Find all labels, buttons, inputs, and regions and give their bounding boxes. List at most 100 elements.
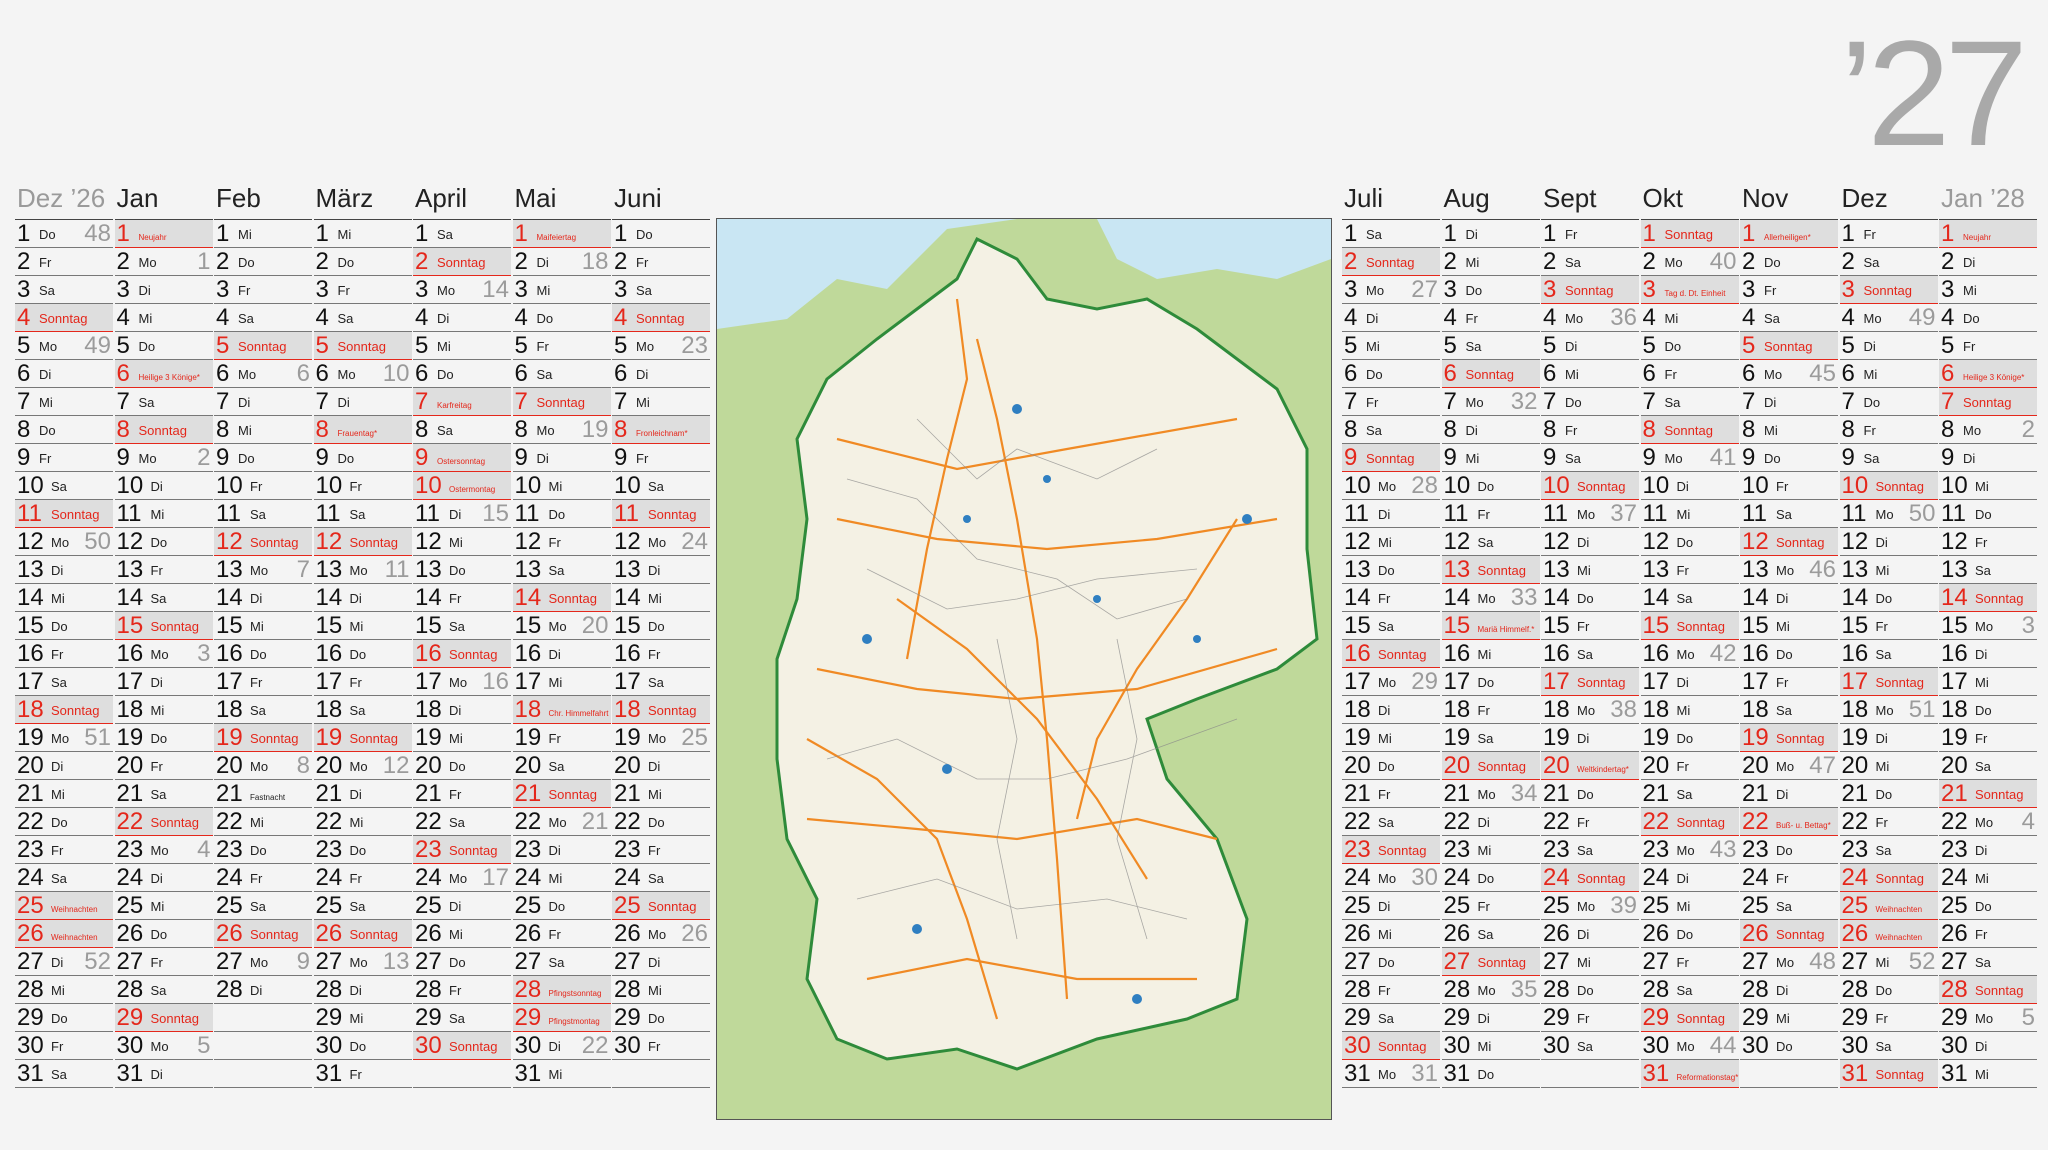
day-row[interactable]: 5 Fr [512, 332, 611, 360]
day-row[interactable]: 17 Fr [1740, 668, 1838, 696]
day-row[interactable]: 6 Do [413, 360, 511, 388]
day-row[interactable]: 3 Fr [313, 276, 412, 304]
day-row[interactable]: 22 Sa [413, 808, 511, 836]
day-row[interactable]: 19 Di [1541, 724, 1639, 752]
day-row[interactable]: 4 Sa [313, 304, 412, 332]
day-row[interactable]: 28 Fr [1342, 976, 1440, 1004]
day-row[interactable]: 3 Mo 27 [1342, 276, 1440, 304]
day-row[interactable]: 25 Mi [1640, 892, 1739, 920]
day-row[interactable]: 16 Fr [612, 640, 710, 668]
day-row[interactable]: 8 Mo 19 [512, 416, 611, 444]
day-row[interactable]: 8 Fronleichnam* [612, 416, 710, 444]
day-row[interactable]: 12 Mo 50 [15, 528, 113, 556]
day-row[interactable]: 10 Sa [612, 472, 710, 500]
day-row[interactable]: 30 Mo 5 [114, 1032, 213, 1060]
day-row[interactable]: 7 Mo 32 [1441, 388, 1540, 416]
day-row[interactable]: 9 Fr [15, 444, 113, 472]
day-row[interactable]: 4 Mi [114, 304, 213, 332]
day-row[interactable]: 29 Do [612, 1004, 710, 1032]
day-row[interactable]: 7 Do [1839, 388, 1938, 416]
day-row[interactable]: 30 Sonntag [413, 1032, 511, 1060]
day-row[interactable]: 11 Di 15 [413, 500, 511, 528]
day-row[interactable]: 31 Mi [1939, 1060, 2037, 1088]
day-row[interactable]: 17 Fr [214, 668, 312, 696]
day-row[interactable]: 30 Sa [1839, 1032, 1938, 1060]
day-row[interactable]: 24 Do [1441, 864, 1540, 892]
day-row[interactable]: 14 Sonntag [512, 584, 611, 612]
day-row[interactable]: 14 Do [1541, 584, 1639, 612]
day-row[interactable]: 24 Di [1640, 864, 1739, 892]
day-row[interactable]: 28 Do [1541, 976, 1639, 1004]
day-row[interactable]: 8 Fr [1541, 416, 1639, 444]
day-row[interactable]: 23 Sa [1839, 836, 1938, 864]
day-row[interactable]: 20 Do [413, 752, 511, 780]
day-row[interactable]: 19 Sonntag [214, 724, 312, 752]
day-row[interactable]: 3 Do [1441, 276, 1540, 304]
day-row[interactable]: 27 Mi [1541, 948, 1639, 976]
day-row[interactable]: 12 Di [1541, 528, 1639, 556]
day-row[interactable]: 28 Pfingstsonntag [512, 976, 611, 1004]
day-row[interactable]: 11 Mi [1640, 500, 1739, 528]
day-row[interactable]: 12 Do [114, 528, 213, 556]
day-row[interactable]: 20 Mo 12 [313, 752, 412, 780]
day-row[interactable]: 15 Sa [1342, 612, 1440, 640]
day-row[interactable]: 4 Sa [1740, 304, 1838, 332]
day-row[interactable]: 30 Di 22 [512, 1032, 611, 1060]
day-row[interactable]: 10 Mo 28 [1342, 472, 1440, 500]
day-row[interactable]: 23 Sonntag [1342, 836, 1440, 864]
day-row[interactable]: 7 Di [313, 388, 412, 416]
day-row[interactable]: 27 Sa [512, 948, 611, 976]
day-row[interactable]: 21 Sonntag [1939, 780, 2037, 808]
day-row[interactable]: 12 Mo 24 [612, 528, 710, 556]
day-row[interactable]: 25 Sa [313, 892, 412, 920]
day-row[interactable]: 28 Do [1839, 976, 1938, 1004]
day-row[interactable]: 22 Di [1441, 808, 1540, 836]
day-row[interactable]: 14 Fr [1342, 584, 1440, 612]
day-row[interactable]: 28 Mi [612, 976, 710, 1004]
day-row[interactable]: 29 Fr [1541, 1004, 1639, 1032]
day-row[interactable]: 14 Di [1740, 584, 1838, 612]
day-row[interactable]: 14 Di [214, 584, 312, 612]
day-row[interactable]: 24 Fr [313, 864, 412, 892]
day-row[interactable]: 4 Fr [1441, 304, 1540, 332]
day-row[interactable]: 28 Mo 35 [1441, 976, 1540, 1004]
day-row[interactable]: 22 Sonntag [1640, 808, 1739, 836]
day-row[interactable]: 5 Sonntag [214, 332, 312, 360]
day-row[interactable]: 23 Mo 4 [114, 836, 213, 864]
day-row[interactable]: 4 Di [413, 304, 511, 332]
day-row[interactable]: 26 Fr [512, 920, 611, 948]
day-row[interactable]: 14 Mo 33 [1441, 584, 1540, 612]
day-row[interactable]: 3 Sonntag [1541, 276, 1639, 304]
day-row[interactable]: 6 Heilige 3 Könige* [1939, 360, 2037, 388]
day-row[interactable]: 17 Mo 29 [1342, 668, 1440, 696]
day-row[interactable]: 16 Mo 42 [1640, 640, 1739, 668]
day-row[interactable]: 16 Do [214, 640, 312, 668]
day-row[interactable]: 29 Sonntag [1640, 1004, 1739, 1032]
day-row[interactable]: 5 Sonntag [313, 332, 412, 360]
day-row[interactable]: 15 Mo 3 [1939, 612, 2037, 640]
day-row[interactable]: 11 Do [1939, 500, 2037, 528]
day-row[interactable]: 19 Mi [413, 724, 511, 752]
day-row[interactable]: 2 Sonntag [413, 248, 511, 276]
day-row[interactable]: 15 Fr [1541, 612, 1639, 640]
day-row[interactable]: 1 Sonntag [1640, 220, 1739, 248]
day-row[interactable]: 25 Weihnachten [1839, 892, 1938, 920]
day-row[interactable]: 8 Do [15, 416, 113, 444]
day-row[interactable]: 29 Di [1441, 1004, 1540, 1032]
day-row[interactable]: 16 Mo 3 [114, 640, 213, 668]
day-row[interactable]: 27 Mo 9 [214, 948, 312, 976]
day-row[interactable]: 26 Weihnachten [15, 920, 113, 948]
day-row[interactable]: 13 Sa [512, 556, 611, 584]
day-row[interactable]: 21 Mo 34 [1441, 780, 1540, 808]
day-row[interactable]: 9 Do [214, 444, 312, 472]
day-row[interactable]: 6 Di [612, 360, 710, 388]
day-row[interactable]: 2 Sa [1541, 248, 1639, 276]
day-row[interactable]: 25 Fr [1441, 892, 1540, 920]
day-row[interactable]: 16 Sa [1541, 640, 1639, 668]
day-row[interactable]: 18 Sonntag [612, 696, 710, 724]
day-row[interactable]: 17 Mi [512, 668, 611, 696]
day-row[interactable]: 18 Sa [313, 696, 412, 724]
day-row[interactable]: 2 Do [1740, 248, 1838, 276]
day-row[interactable]: 20 Di [15, 752, 113, 780]
day-row[interactable]: 26 Sa [1441, 920, 1540, 948]
